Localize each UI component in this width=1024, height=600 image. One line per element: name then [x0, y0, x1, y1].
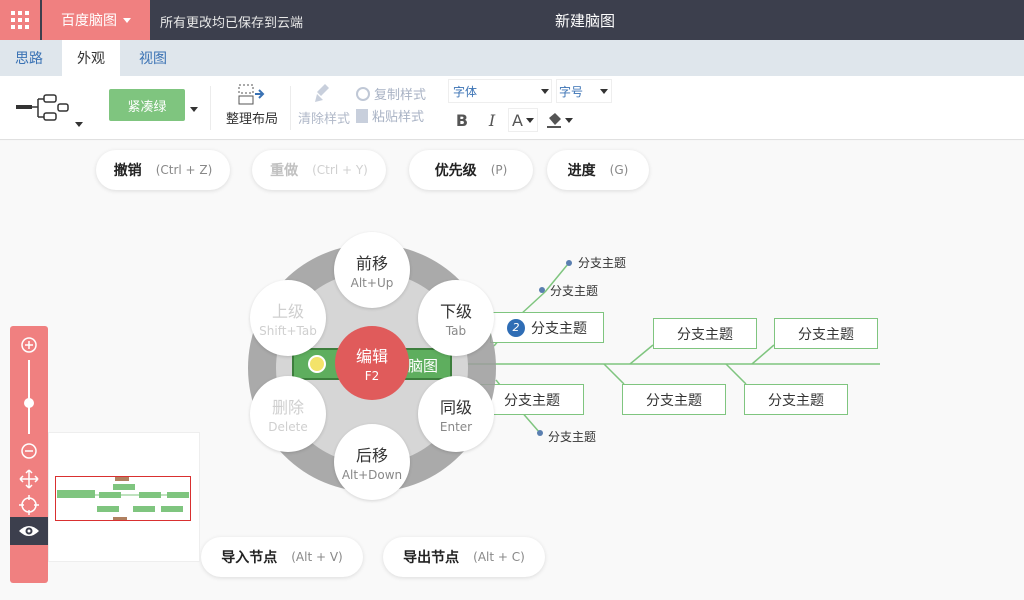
add-child-shortcut: Tab: [445, 324, 467, 338]
import-label: 导入节点: [221, 550, 278, 566]
edit-shortcut: F2: [364, 369, 380, 383]
delete-label: 删除: [271, 398, 304, 417]
add-parent-shortcut: Shift+Tab: [259, 324, 317, 338]
priority-badge: 2: [507, 318, 525, 337]
add-parent-button[interactable]: 上级 Shift+Tab: [250, 280, 326, 356]
move-forward-label: 前移: [355, 254, 388, 273]
add-parent-label: 上级: [271, 302, 304, 321]
edit-label: 编辑: [355, 347, 388, 366]
import-node-button[interactable]: 导入节点 (Alt + V): [201, 537, 363, 577]
leaf-topic[interactable]: 分支主题: [550, 282, 598, 299]
topic-label: 分支主题: [768, 392, 824, 409]
add-child-label: 下级: [439, 302, 472, 321]
import-shortcut: (Alt + V): [291, 550, 343, 564]
leaf-dot: [566, 260, 572, 266]
zoom-in-button[interactable]: [10, 332, 48, 358]
navigator-toggle-button[interactable]: [10, 517, 48, 545]
leaf-dot: [537, 430, 543, 436]
delete-shortcut: Delete: [268, 420, 308, 434]
export-node-button[interactable]: 导出节点 (Alt + C): [383, 537, 545, 577]
zoom-slider-track[interactable]: [28, 360, 30, 434]
progress-icon: [308, 355, 326, 373]
zoom-out-button[interactable]: [10, 438, 48, 464]
zoom-slider-knob[interactable]: [24, 398, 34, 408]
eye-icon: [19, 526, 39, 536]
add-child-button[interactable]: 下级 Tab: [418, 280, 494, 356]
minimap-viewport[interactable]: [55, 476, 191, 521]
topic-label: 分支主题: [677, 326, 733, 343]
target-icon: [19, 495, 39, 515]
topic-node[interactable]: 分支主题: [744, 384, 848, 415]
plus-circle-icon: [21, 337, 37, 353]
topic-label: 分支主题: [798, 326, 854, 343]
move-forward-button[interactable]: 前移 Alt+Up: [334, 232, 410, 308]
move-forward-shortcut: Alt+Up: [350, 276, 394, 290]
move-backward-button[interactable]: 后移 Alt+Down: [334, 424, 410, 500]
move-canvas-button[interactable]: [10, 466, 48, 492]
topic-node[interactable]: 分支主题: [622, 384, 726, 415]
locate-root-button[interactable]: [10, 492, 48, 518]
move-icon: [19, 469, 39, 489]
move-backward-shortcut: Alt+Down: [341, 468, 403, 482]
root-label: 脑图: [407, 357, 438, 375]
leaf-topic[interactable]: 分支主题: [548, 428, 596, 445]
export-label: 导出节点: [403, 550, 460, 566]
add-sibling-button[interactable]: 同级 Enter: [418, 376, 494, 452]
leaf-topic[interactable]: 分支主题: [578, 254, 626, 271]
topic-node[interactable]: 2 分支主题: [490, 312, 604, 343]
leaf-dot: [539, 287, 545, 293]
topic-label: 分支主题: [504, 392, 560, 409]
edit-button[interactable]: 编辑 F2: [335, 326, 409, 400]
delete-button[interactable]: 删除 Delete: [250, 376, 326, 452]
zoom-rail: [10, 326, 48, 583]
topic-label: 分支主题: [531, 320, 587, 337]
topic-node[interactable]: 分支主题: [653, 318, 757, 349]
topic-node[interactable]: 分支主题: [774, 318, 878, 349]
minus-circle-icon: [21, 443, 37, 459]
topic-node[interactable]: 分支主题: [480, 384, 584, 415]
minimap[interactable]: [48, 432, 200, 562]
export-shortcut: (Alt + C): [473, 550, 525, 564]
add-sibling-label: 同级: [439, 398, 472, 417]
add-sibling-shortcut: Enter: [439, 420, 473, 434]
move-backward-label: 后移: [355, 446, 388, 465]
topic-label: 分支主题: [646, 392, 702, 409]
